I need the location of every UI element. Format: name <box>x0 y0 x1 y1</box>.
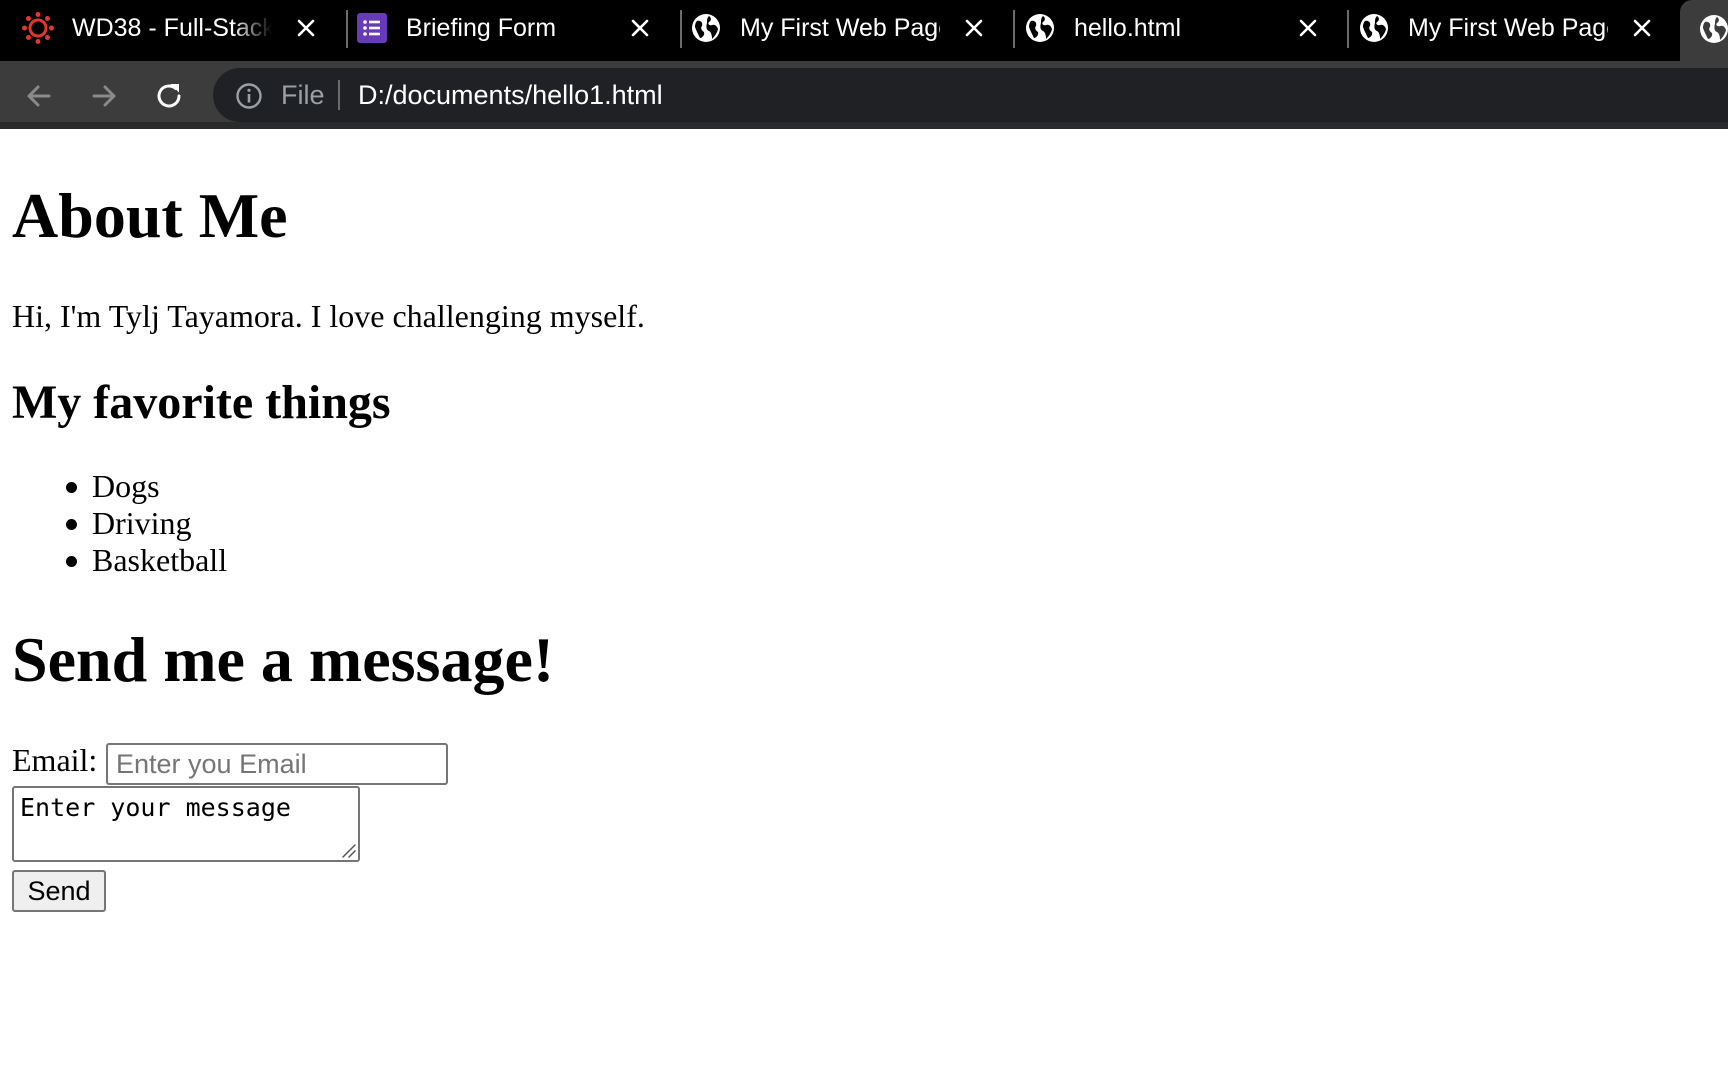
favorites-heading: My favorite things <box>12 376 391 429</box>
bullet-icon <box>66 519 77 530</box>
reload-icon[interactable] <box>152 79 186 113</box>
address-bar[interactable]: File D:/documents/hello1.html <box>213 68 1728 122</box>
list-item: Driving <box>12 505 227 542</box>
back-arrow-icon[interactable] <box>22 79 56 113</box>
bullet-icon <box>66 556 77 567</box>
browser-tab[interactable]: My First Web Page <box>1336 0 1670 56</box>
list-item: Dogs <box>12 468 227 505</box>
email-field[interactable] <box>106 743 448 785</box>
tab-title: Briefing Form <box>406 14 557 42</box>
message-textarea[interactable] <box>12 786 360 862</box>
close-tab-icon[interactable] <box>1630 16 1654 40</box>
page-content: About Me Hi, I'm Tylj Tayamora. I love c… <box>0 136 1728 1080</box>
message-heading: Send me a message! <box>12 624 555 695</box>
url-text[interactable]: D:/documents/hello1.html <box>358 80 663 110</box>
globe-icon <box>1360 14 1388 42</box>
scheme-label: File <box>281 80 325 110</box>
browser-tab[interactable]: Briefing Form <box>334 0 668 56</box>
close-tab-icon[interactable] <box>628 16 652 40</box>
globe-icon <box>1700 15 1728 43</box>
email-label: Email: <box>12 742 98 778</box>
info-icon[interactable] <box>235 82 263 110</box>
forward-arrow-icon[interactable] <box>87 79 121 113</box>
address-divider <box>338 80 340 110</box>
page-title: About Me <box>12 180 288 251</box>
list-item-text: Basketball <box>92 542 228 578</box>
tab-title: WD38 - Full-Stack W <box>72 14 272 42</box>
intro-text: Hi, I'm Tylj Tayamora. I love challengin… <box>12 298 645 334</box>
browser-tab[interactable]: hello.html <box>1002 0 1336 56</box>
send-button[interactable]: Send <box>12 870 106 912</box>
globe-icon <box>692 14 720 42</box>
canvas-logo-icon <box>22 12 54 44</box>
globe-icon <box>1026 14 1054 42</box>
list-item-text: Driving <box>92 505 192 541</box>
favorites-list: Dogs Driving Basketball <box>12 468 227 579</box>
browser-toolbar: File D:/documents/hello1.html <box>0 61 1728 129</box>
close-tab-icon[interactable] <box>962 16 986 40</box>
browser-tab[interactable]: My First Web Page <box>668 0 1002 56</box>
list-item: Basketball <box>12 542 227 579</box>
close-tab-icon[interactable] <box>294 16 318 40</box>
close-tab-icon[interactable] <box>1296 16 1320 40</box>
bullet-icon <box>66 482 77 493</box>
active-tab[interactable] <box>1680 0 1728 61</box>
tab-title: hello.html <box>1074 14 1181 42</box>
form-list-icon <box>357 13 387 43</box>
tab-title: My First Web Page <box>1408 14 1608 42</box>
tab-title: My First Web Page <box>740 14 940 42</box>
resize-grip-icon[interactable] <box>340 842 356 858</box>
tab-strip: WD38 - Full-Stack W Briefing Form My Fir… <box>0 0 1728 61</box>
browser-tab[interactable]: WD38 - Full-Stack W <box>0 0 334 56</box>
list-item-text: Dogs <box>92 468 160 504</box>
